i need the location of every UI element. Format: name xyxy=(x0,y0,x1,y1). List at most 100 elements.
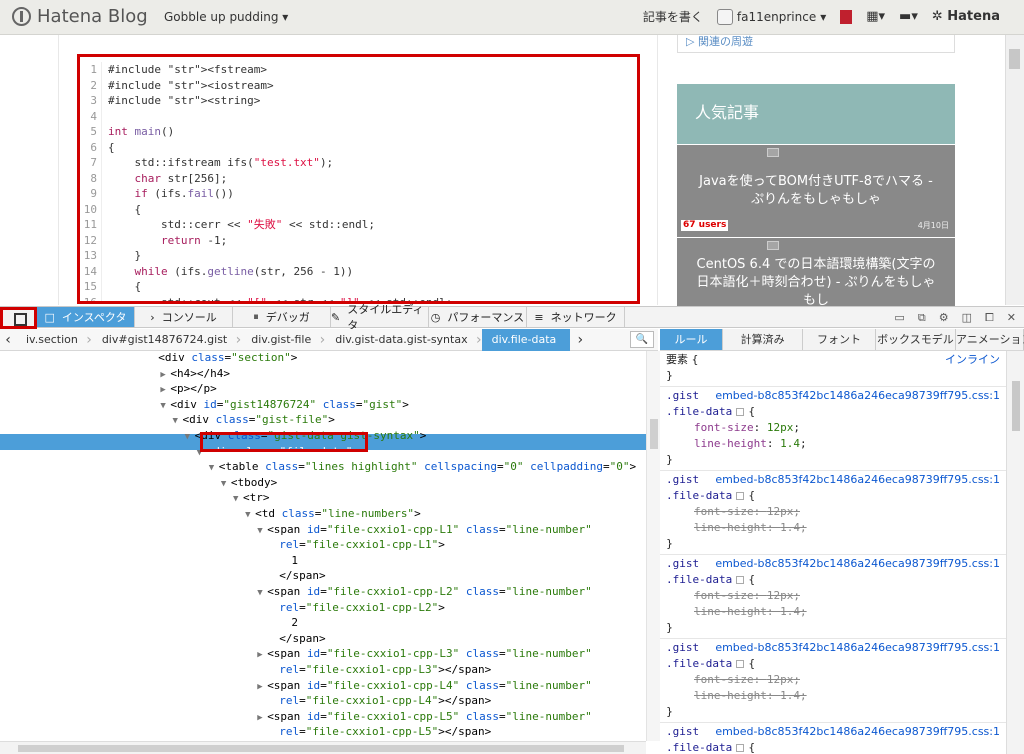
markup-node[interactable]: 1 xyxy=(291,553,298,569)
close-devtools-icon[interactable]: ✕ xyxy=(1007,311,1016,324)
css-declaration[interactable]: line-height: 1.4; xyxy=(666,520,1000,536)
markup-node[interactable]: <div class="section"> xyxy=(158,351,297,366)
twisty-icon[interactable]: ▼ xyxy=(173,414,183,430)
markup-node[interactable]: ▶ <span id="file-cxxio1-cpp-L3" class="li… xyxy=(257,646,592,662)
markup-node[interactable]: ▼ <tr> xyxy=(233,490,270,506)
element-picker-button[interactable] xyxy=(0,307,37,329)
markup-node[interactable]: </span> xyxy=(279,568,325,584)
css-declaration[interactable]: font-size: 12px; xyxy=(666,672,1000,688)
breadcrumb-scroll-left-icon[interactable]: ‹ xyxy=(0,332,16,348)
notification-icon[interactable]: ▬▾ xyxy=(899,9,918,24)
rules-tab[interactable]: 計算済み xyxy=(723,329,804,350)
rules-tab[interactable]: ボックスモデル xyxy=(876,329,956,350)
rules-scroll-thumb[interactable] xyxy=(1012,381,1020,431)
popular-article[interactable]: CentOS 6.4 での日本語環境構築(文字の日本語化＋時刻合わせ) - ぷり… xyxy=(677,238,955,306)
twisty-icon[interactable]: ▶ xyxy=(257,680,267,696)
tab-debugger[interactable]: ⏸ デバッガ xyxy=(233,307,331,327)
rule-source-link[interactable]: embed-b8c853f42bc1486a246eca98739ff795.c… xyxy=(715,556,1000,572)
css-declaration[interactable]: font-size: 12px; xyxy=(666,504,1000,520)
markup-horizontal-scrollbar[interactable] xyxy=(0,741,646,754)
markup-node[interactable]: ▼ <div id="gist14876724" class="gist"> xyxy=(160,397,408,413)
twisty-icon[interactable]: ▼ xyxy=(221,477,231,493)
grid-menu-icon[interactable]: ▦▾ xyxy=(866,9,885,24)
popular-article[interactable]: Javaを使ってBOM付きUTF-8でハマる - ぷりんをもしゃもしゃ 67 u… xyxy=(677,145,955,237)
css-declaration[interactable]: line-height: 1.4; xyxy=(666,436,1000,452)
rule-toggle-icon[interactable] xyxy=(736,660,745,668)
settings-gear-icon[interactable]: ⚙ xyxy=(939,311,949,324)
markup-node[interactable]: rel="file-cxxio1-cpp-L1"> xyxy=(279,537,445,553)
line-number: 13 xyxy=(80,248,102,264)
twisty-icon[interactable]: ▼ xyxy=(209,461,219,477)
rules-scrollbar[interactable] xyxy=(1006,351,1024,754)
breadcrumb-item[interactable]: div.gist-file xyxy=(241,329,325,351)
twisty-icon[interactable]: ▶ xyxy=(257,648,267,664)
rule-toggle-icon[interactable] xyxy=(736,492,745,500)
css-declaration[interactable]: font-size: 12px; xyxy=(666,420,1000,436)
split-console-icon[interactable]: ▭ xyxy=(894,311,904,324)
rule-source-link[interactable]: embed-b8c853f42bc1486a246eca98739ff795.c… xyxy=(715,472,1000,488)
rule-source-link[interactable]: embed-b8c853f42bc1486a246eca98739ff795.c… xyxy=(715,724,1000,740)
markup-hscroll-thumb[interactable] xyxy=(18,745,624,752)
markup-scroll-thumb[interactable] xyxy=(650,419,658,449)
page-scrollbar-thumb[interactable] xyxy=(1009,49,1020,69)
markup-node[interactable]: ▶ <span id="file-cxxio1-cpp-L4" class="li… xyxy=(257,678,592,694)
bookmark-users-badge[interactable]: 67 users xyxy=(681,220,729,231)
rules-tab[interactable]: フォント xyxy=(803,329,876,350)
markup-search-icon[interactable]: 🔍 xyxy=(630,331,654,348)
tab-style-editor[interactable]: ✎ スタイルエディタ xyxy=(331,303,429,332)
markup-node[interactable]: ▶ <p></p> xyxy=(160,381,216,397)
twisty-icon[interactable]: ▼ xyxy=(160,399,170,415)
markup-node[interactable]: ▼ <table class="lines highlight" cellspac… xyxy=(209,459,636,475)
markup-node[interactable]: ▼ <div class="gist-file"> xyxy=(173,412,335,428)
tab-console[interactable]: › コンソール xyxy=(135,307,233,327)
twisty-icon[interactable]: ▼ xyxy=(257,524,267,540)
undock-window-icon[interactable]: ⧠ xyxy=(985,311,994,325)
rule-source-link[interactable]: embed-b8c853f42bc1486a246eca98739ff795.c… xyxy=(715,640,1000,656)
markup-node[interactable]: ▼ <span id="file-cxxio1-cpp-L1" class="li… xyxy=(257,522,592,538)
markup-vertical-scrollbar[interactable] xyxy=(646,351,660,741)
dock-side-icon[interactable]: ◫ xyxy=(962,311,972,324)
tab-network[interactable]: ≡ ネットワーク xyxy=(527,307,625,327)
twisty-icon[interactable]: ▶ xyxy=(257,711,267,727)
related-link[interactable]: ▷ 関連の周遊 xyxy=(677,35,955,53)
twisty-icon[interactable]: ▼ xyxy=(233,492,243,508)
breadcrumb-item[interactable]: div.file-data xyxy=(481,328,571,351)
rules-tab[interactable]: ルール xyxy=(660,329,724,350)
rule-source-link[interactable]: embed-b8c853f42bc1486a246eca98739ff795.c… xyxy=(715,388,1000,404)
rule-toggle-icon[interactable] xyxy=(736,576,745,584)
page-scrollbar[interactable] xyxy=(1005,35,1024,305)
markup-node[interactable]: ▶ <h4></h4> xyxy=(160,366,230,382)
markup-node[interactable]: 2 xyxy=(291,615,298,631)
markup-node[interactable]: rel="file-cxxio1-cpp-L5"></span> xyxy=(279,724,491,740)
markup-node[interactable]: ▶ <span id="file-cxxio1-cpp-L5" class="li… xyxy=(257,709,592,725)
markup-node[interactable]: ▼ <tbody> xyxy=(221,475,277,491)
bookmark-flag-icon[interactable] xyxy=(840,9,853,24)
css-declaration[interactable]: line-height: 1.4; xyxy=(666,688,1000,704)
markup-node[interactable]: rel="file-cxxio1-cpp-L3"></span> xyxy=(279,662,491,678)
twisty-icon[interactable]: ▼ xyxy=(245,508,255,524)
twisty-icon[interactable]: ▼ xyxy=(185,430,195,446)
breadcrumb-item[interactable]: div.gist-data.gist-syntax xyxy=(325,329,482,351)
hatena-brand-link[interactable]: ✲ Hatena xyxy=(932,9,1000,24)
responsive-design-icon[interactable]: ⧉ xyxy=(918,311,926,325)
rule-toggle-icon[interactable] xyxy=(736,408,745,416)
css-declaration[interactable]: line-height: 1.4; xyxy=(666,604,1000,620)
breadcrumb-scroll-right-icon[interactable]: › xyxy=(570,332,590,348)
markup-node[interactable]: ▼ <td class="line-numbers"> xyxy=(245,506,421,522)
twisty-icon[interactable]: ▼ xyxy=(257,586,267,602)
tab-performance[interactable]: ◷ パフォーマンス xyxy=(429,307,527,327)
breadcrumb-item[interactable]: div#gist14876724.gist xyxy=(92,329,242,351)
rules-tab[interactable]: アニメーション xyxy=(956,329,1024,350)
rule-toggle-icon[interactable] xyxy=(736,744,745,752)
blog-switcher[interactable]: Gobble up pudding ▾ xyxy=(164,10,288,24)
markup-node[interactable]: rel="file-cxxio1-cpp-L2"> xyxy=(279,600,445,616)
css-declaration[interactable]: font-size: 12px; xyxy=(666,588,1000,604)
write-article-link[interactable]: 記事を書く xyxy=(643,8,703,25)
markup-node[interactable]: rel="file-cxxio1-cpp-L4"></span> xyxy=(279,693,491,709)
user-menu[interactable]: fa11enprince ▾ xyxy=(716,8,826,25)
markup-node[interactable]: </span> xyxy=(279,631,325,647)
markup-node[interactable]: ▼ <span id="file-cxxio1-cpp-L2" class="li… xyxy=(257,584,592,600)
hatena-blog-logo[interactable]: Hatena Blog xyxy=(12,6,148,27)
breadcrumb-item[interactable]: iv.section xyxy=(16,329,92,351)
tab-inspector[interactable]: □ インスペクタ xyxy=(37,307,135,327)
